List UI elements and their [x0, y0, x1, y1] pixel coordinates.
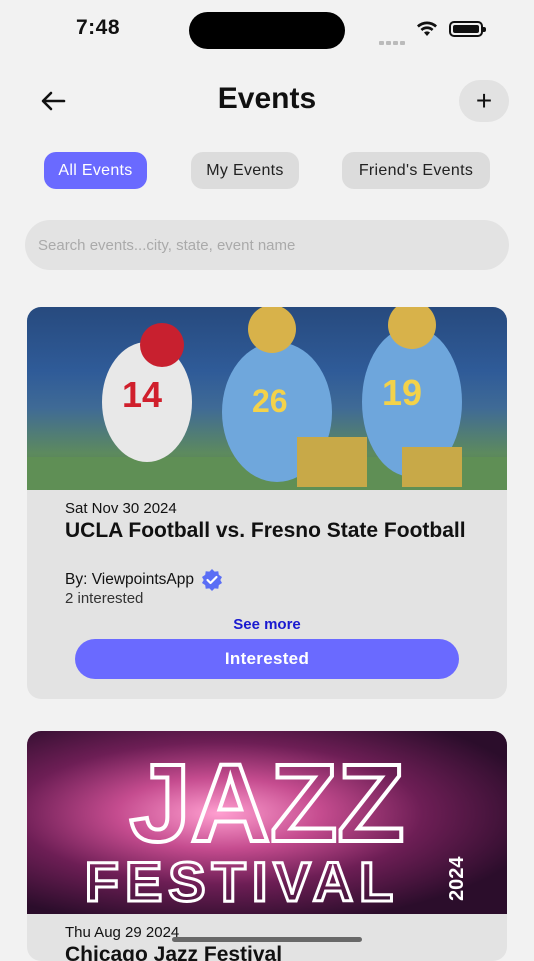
tab-all-events[interactable]: All Events	[44, 152, 147, 189]
see-more-link[interactable]: See more	[27, 616, 507, 633]
wifi-icon	[416, 20, 438, 43]
jazz-image-title: JAZZ	[130, 742, 405, 865]
event-organizer: By: ViewpointsApp	[65, 568, 224, 592]
search-input[interactable]	[25, 220, 509, 270]
svg-text:14: 14	[122, 374, 162, 415]
event-card[interactable]: 14 26 19 Sat Nov 30 2024 UCLA Football v…	[27, 307, 507, 699]
dynamic-island	[189, 12, 345, 49]
verified-badge-icon	[201, 569, 222, 591]
event-date: Sat Nov 30 2024	[65, 500, 177, 517]
add-event-button[interactable]: +	[459, 80, 509, 122]
status-bar: 7:48	[0, 0, 534, 58]
event-card[interactable]: JAZZ FESTIVAL 2024 Thu Aug 29 2024 Chica…	[27, 731, 507, 961]
tab-friends-events[interactable]: Friend's Events	[342, 152, 490, 189]
interested-count: 2 interested	[65, 590, 144, 607]
event-title: UCLA Football vs. Fresno State Football	[65, 519, 466, 542]
battery-icon	[449, 21, 486, 37]
jazz-image-year: 2024	[446, 856, 468, 901]
svg-text:19: 19	[382, 372, 422, 413]
cellular-signal-icon	[379, 32, 407, 50]
jazz-image-subtitle: FESTIVAL	[85, 850, 400, 913]
event-image: JAZZ FESTIVAL 2024	[27, 731, 507, 914]
organizer-name: By: ViewpointsApp	[65, 571, 194, 588]
status-time: 7:48	[76, 16, 121, 39]
event-image: 14 26 19	[27, 307, 507, 490]
page-title: Events	[217, 82, 317, 115]
event-title: Chicago Jazz Festival	[65, 943, 283, 961]
home-indicator[interactable]	[172, 937, 362, 942]
plus-icon: +	[475, 85, 493, 116]
event-date: Thu Aug 29 2024	[65, 924, 180, 941]
svg-text:26: 26	[252, 383, 288, 419]
tab-my-events[interactable]: My Events	[191, 152, 299, 189]
interested-button[interactable]: Interested	[75, 639, 459, 679]
